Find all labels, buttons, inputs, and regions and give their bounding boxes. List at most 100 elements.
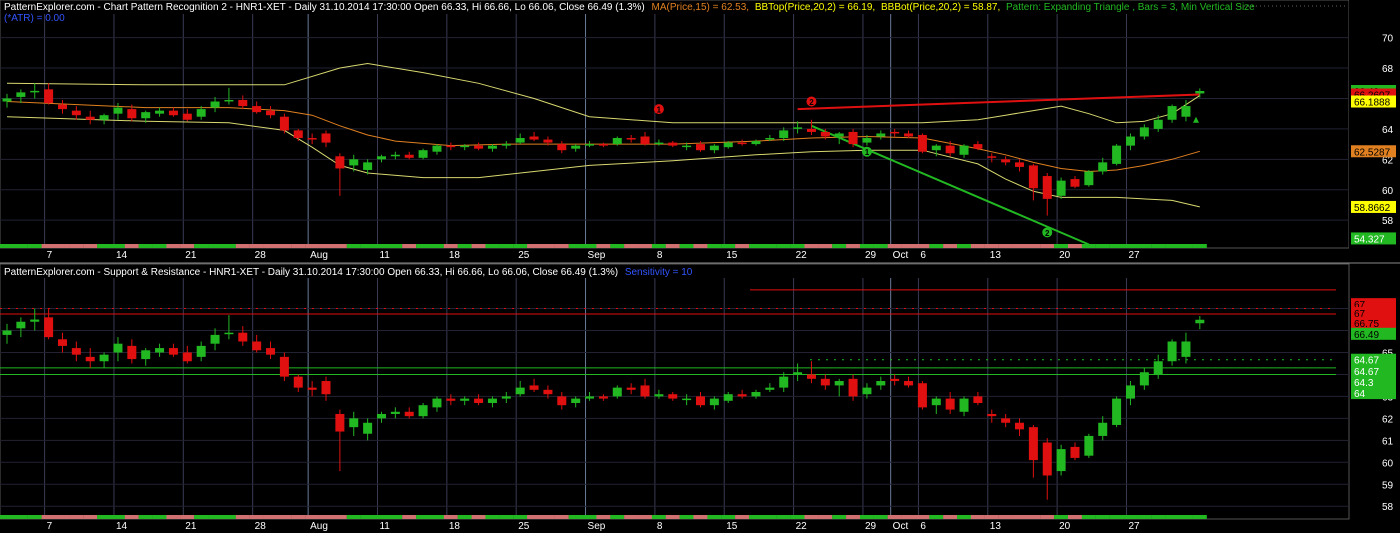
candle-body [224, 332, 234, 335]
strip-segment [970, 244, 985, 248]
candle-body [418, 150, 428, 158]
candle-body [1153, 119, 1163, 129]
strip-segment [957, 515, 972, 519]
strip-segment [610, 244, 625, 248]
top-header-pattern: Pattern: Expanding Triangle , Bars = 3, … [1006, 2, 1255, 13]
top-header: PatternExplorer.com - Chart Pattern Reco… [4, 2, 1255, 13]
y-tick-label-64: 64 [1382, 125, 1394, 136]
strip-segment [41, 244, 56, 248]
strip-segment [596, 515, 611, 519]
y-tick-label-58: 58 [1382, 502, 1394, 513]
candle-body [987, 156, 997, 158]
candle-body [85, 356, 95, 362]
y-tick-label-68: 68 [1382, 64, 1394, 75]
candle-body [626, 138, 636, 140]
strip-segment [721, 244, 736, 248]
candle-body [571, 398, 581, 403]
candle-body [585, 144, 595, 146]
strip-segment [540, 515, 555, 519]
candle-body [765, 138, 775, 140]
top-x-axis-labels: 7 14 21 28 Aug 11 18 25 Sep 8 15 22 29 Oct 6 13 20 27 [47, 250, 1140, 261]
strip-segment [846, 515, 861, 519]
candle-body [279, 356, 289, 377]
bottom-panel-frame [0, 263, 1350, 520]
candle-body [515, 138, 525, 143]
candle-body [376, 156, 386, 160]
strip-segment [166, 244, 181, 248]
strip-segment [762, 515, 777, 519]
strip-segment [194, 515, 209, 519]
strip-segment [1123, 244, 1138, 248]
candle-body [1125, 385, 1135, 399]
x-tick-label-29: 29 [865, 250, 877, 261]
strip-segment [1095, 244, 1110, 248]
strip-segment [221, 515, 236, 519]
x-tick-label-Sep: Sep [588, 521, 606, 532]
strip-segment [929, 515, 944, 519]
strip-segment [1165, 515, 1180, 519]
strip-segment [332, 515, 347, 519]
strip-segment [235, 244, 250, 248]
candle-body [1139, 127, 1149, 137]
candle-body [57, 339, 67, 346]
strip-segment [748, 244, 763, 248]
strip-segment [69, 244, 84, 248]
top-header-main: PatternExplorer.com - Chart Pattern Reco… [4, 2, 645, 13]
y-tick-label-60: 60 [1382, 458, 1394, 469]
x-tick-label-11: 11 [379, 521, 390, 532]
candle-body [349, 418, 359, 428]
top-header-bbbot: BBBot(Price,20,2) = 58.87, [881, 2, 1000, 13]
strip-segment [859, 515, 874, 519]
strip-segment [1026, 515, 1041, 519]
candle-body [196, 345, 206, 357]
strip-segment [721, 515, 736, 519]
candle-body [640, 136, 650, 145]
strip-segment [1137, 515, 1152, 519]
candle-body [404, 411, 414, 417]
x-tick-label-6: 6 [920, 521, 926, 532]
candle-body [709, 145, 719, 151]
strip-segment [110, 244, 125, 248]
candle-body [668, 394, 678, 399]
x-tick-label-13: 13 [990, 521, 1002, 532]
y-tick-label-61: 61 [1382, 436, 1394, 447]
strip-segment [998, 515, 1013, 519]
candle-body [390, 154, 400, 157]
strip-segment [332, 244, 347, 248]
strip-segment [513, 515, 528, 519]
x-tick-label-14: 14 [116, 250, 128, 261]
strip-segment [305, 244, 320, 248]
candle-body [1056, 180, 1066, 196]
candle-body [820, 131, 830, 137]
strip-segment [485, 244, 500, 248]
strip-segment [291, 244, 306, 248]
strip-segment [624, 515, 639, 519]
strip-segment [818, 515, 833, 519]
x-tick-label-18: 18 [449, 250, 461, 261]
strip-segment [1026, 244, 1041, 248]
strip-segment [790, 244, 805, 248]
candle-body [723, 142, 733, 148]
candle-body [904, 381, 914, 386]
strip-segment [1040, 515, 1055, 519]
strip-segment [957, 244, 972, 248]
strip-segment [485, 515, 500, 519]
strip-segment [1067, 515, 1082, 519]
x-tick-label-20: 20 [1059, 521, 1071, 532]
strip-segment [915, 515, 930, 519]
candle-body [737, 142, 747, 145]
strip-segment [554, 515, 569, 519]
candle-body [266, 348, 276, 355]
candle-body [820, 378, 830, 386]
candle-body [446, 145, 456, 148]
candle-body [307, 138, 317, 140]
candle-body [987, 413, 997, 417]
candle-body [141, 112, 151, 119]
x-tick-label-7: 7 [47, 250, 53, 261]
candle-body [959, 398, 969, 412]
strip-segment [1081, 515, 1096, 519]
x-tick-label-Oct: Oct [893, 521, 909, 532]
candle-body [557, 144, 567, 151]
x-tick-label-11: 11 [379, 250, 390, 261]
candle-body [1028, 427, 1038, 461]
